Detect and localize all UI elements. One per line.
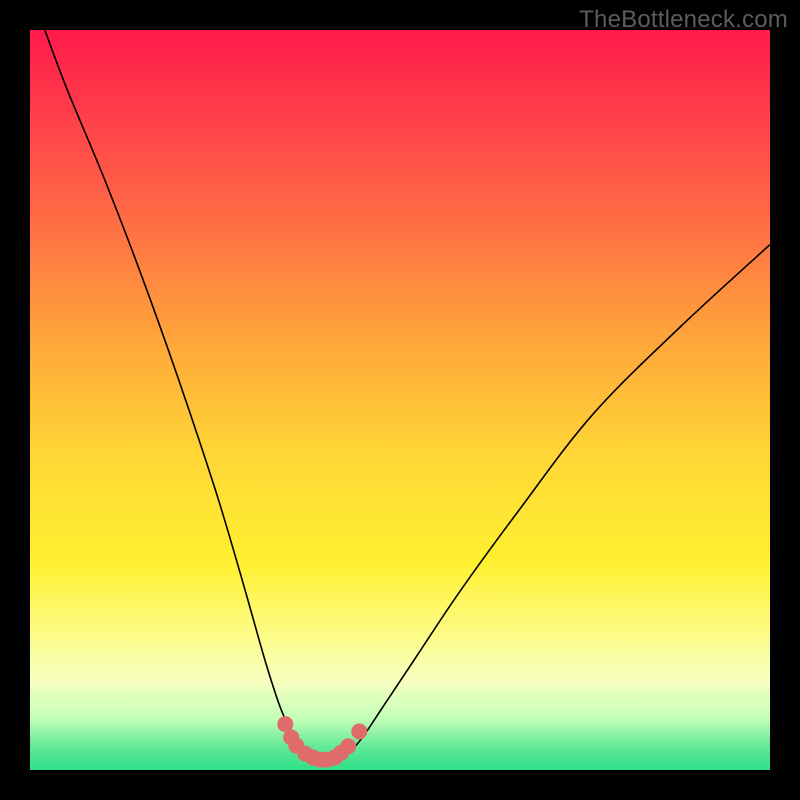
chart-frame: TheBottleneck.com (0, 0, 800, 800)
watermark-text: TheBottleneck.com (579, 6, 788, 34)
bottleneck-curve (45, 30, 770, 761)
chart-svg (30, 30, 770, 770)
highlight-dot (351, 724, 367, 740)
highlight-dot (340, 738, 356, 754)
highlight-dots (277, 716, 367, 768)
chart-plot-area (30, 30, 770, 770)
